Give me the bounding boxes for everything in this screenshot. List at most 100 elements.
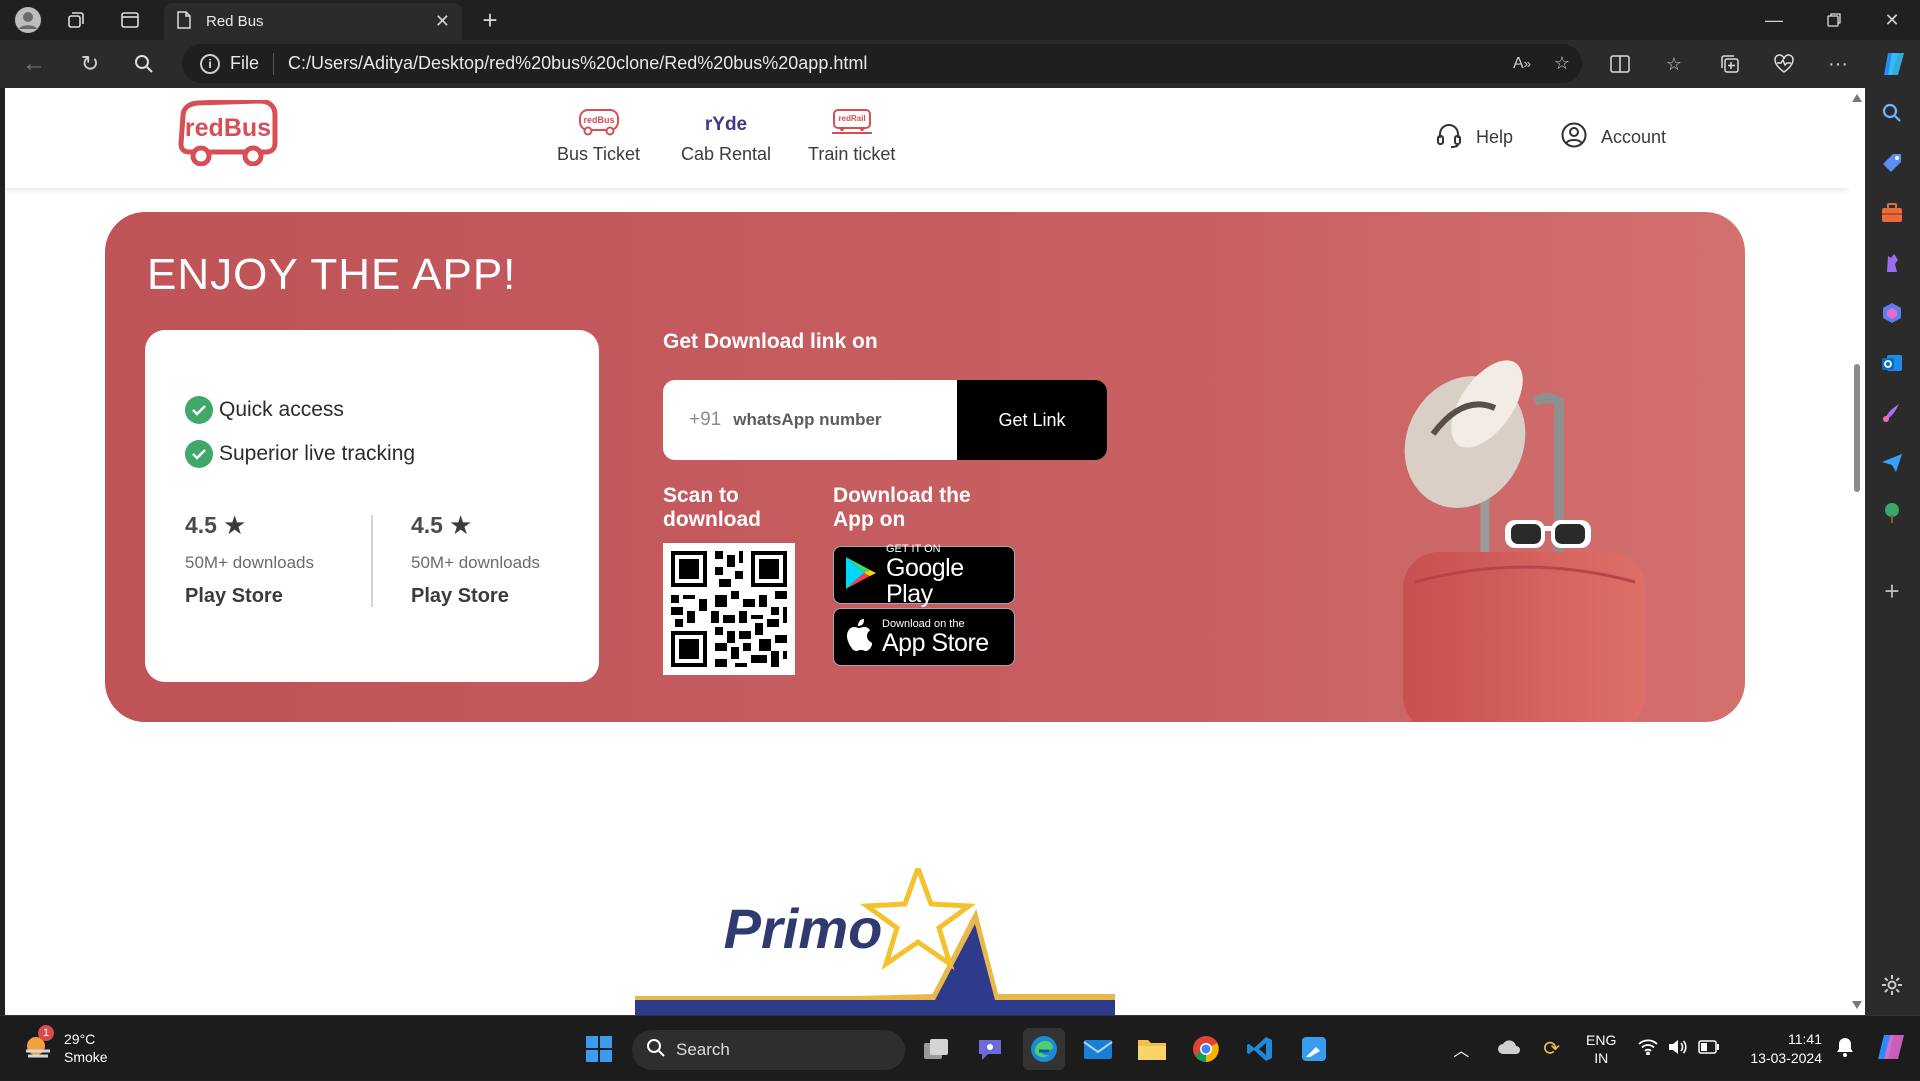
svg-text:redBus: redBus xyxy=(583,115,614,125)
redbus-logo[interactable]: redBus xyxy=(175,98,281,167)
restore-icon[interactable] xyxy=(1816,2,1852,38)
sync-icon[interactable]: ⟳ xyxy=(1543,1036,1560,1061)
copilot-taskbar-icon[interactable] xyxy=(1876,1033,1906,1064)
get-link-button[interactable]: Get Link xyxy=(957,380,1107,460)
account-link[interactable]: Account xyxy=(1561,122,1666,153)
rating-block: 4.5 ★ 50M+ downloads Play Store xyxy=(411,510,540,608)
volume-icon[interactable] xyxy=(1668,1039,1688,1058)
logo-text: redBus xyxy=(185,114,271,142)
wifi-icon[interactable] xyxy=(1638,1039,1658,1058)
search-icon[interactable] xyxy=(126,46,162,82)
page-scrollbar[interactable] xyxy=(1849,88,1865,1015)
clock-date: 13-03-2024 xyxy=(1750,1049,1822,1066)
tab-title: Red Bus xyxy=(206,13,264,30)
address-separator xyxy=(273,52,275,75)
star-icon: ★ xyxy=(222,510,247,540)
rating-store: Play Store xyxy=(185,585,283,607)
sidebar-settings-gear-icon[interactable] xyxy=(1875,968,1909,1002)
minimize-icon[interactable]: — xyxy=(1756,2,1792,38)
help-link[interactable]: Help xyxy=(1436,122,1513,153)
new-tab-icon[interactable]: + xyxy=(472,2,508,38)
vscode-icon[interactable] xyxy=(1239,1028,1281,1070)
banner-title: ENJOY THE APP! xyxy=(147,250,517,299)
mail-icon[interactable] xyxy=(1077,1028,1119,1070)
rating-score: 4.5 xyxy=(185,512,217,538)
google-play-icon xyxy=(844,555,878,596)
task-view-icon[interactable] xyxy=(915,1028,957,1070)
suitcase-illustration xyxy=(1403,360,1645,722)
teams-chat-icon[interactable] xyxy=(969,1028,1011,1070)
google-play-button[interactable]: GET IT ON Google Play xyxy=(833,543,1015,608)
primo-label: Primo xyxy=(724,897,883,960)
tree-icon[interactable] xyxy=(1875,496,1909,530)
rating-store: Play Store xyxy=(411,585,509,607)
show-hidden-icons-chevron-icon[interactable]: ︿ xyxy=(1453,1037,1469,1061)
nav-bus-ticket[interactable]: redBus Bus Ticket xyxy=(557,106,640,165)
file-explorer-icon[interactable] xyxy=(1131,1028,1173,1070)
games-chess-icon[interactable] xyxy=(1875,246,1909,280)
phone-form: +91 whatsApp number Get Link xyxy=(663,380,1107,460)
headset-icon xyxy=(1436,122,1462,153)
address-bar[interactable]: i File C:/Users/Aditya/Desktop/red%20bus… xyxy=(182,44,1582,83)
profile-avatar-icon[interactable] xyxy=(10,2,46,38)
battery-icon[interactable] xyxy=(1698,1040,1720,1057)
sidebar-search-icon[interactable] xyxy=(1875,96,1909,130)
designer-icon[interactable] xyxy=(1875,396,1909,430)
scroll-up-icon[interactable] xyxy=(1852,94,1862,102)
tab-actions-icon[interactable] xyxy=(112,2,148,38)
app-store-button[interactable]: Download on the App Store xyxy=(833,608,1015,666)
svg-text:rYde: rYde xyxy=(705,114,747,135)
site-info-icon[interactable]: i xyxy=(200,53,220,74)
nav-label: Train ticket xyxy=(808,144,896,164)
start-windows-icon[interactable] xyxy=(578,1028,620,1070)
chrome-icon[interactable] xyxy=(1185,1028,1227,1070)
app-store-big: App Store xyxy=(882,629,989,657)
add-sidebar-app-icon[interactable]: + xyxy=(1875,574,1909,608)
taskbar-search[interactable]: Search xyxy=(632,1030,905,1070)
nav-train-ticket[interactable]: redRail Train ticket xyxy=(808,106,895,165)
close-tab-icon[interactable]: ✕ xyxy=(435,11,450,32)
split-screen-icon[interactable] xyxy=(1602,46,1638,82)
microsoft-365-icon[interactable] xyxy=(1875,296,1909,330)
tools-briefcase-icon[interactable] xyxy=(1875,196,1909,230)
nav-label: Cab Rental xyxy=(681,144,772,164)
copilot-icon[interactable] xyxy=(1876,46,1912,82)
google-play-big: Google Play xyxy=(886,554,964,608)
qr-code-image xyxy=(663,543,795,675)
shopping-tag-icon[interactable] xyxy=(1875,146,1909,180)
feature-label: Quick access xyxy=(219,398,344,421)
favorites-icon[interactable]: ☆ xyxy=(1656,46,1692,82)
primo-logo: Primo xyxy=(635,860,1115,1015)
notification-bell-icon[interactable] xyxy=(1836,1037,1854,1060)
collections-icon[interactable] xyxy=(1712,46,1748,82)
edge-browser-icon[interactable] xyxy=(1023,1028,1065,1070)
feature-item: Quick access xyxy=(185,396,344,424)
paint-icon[interactable] xyxy=(1293,1028,1335,1070)
performance-icon[interactable] xyxy=(1766,46,1802,82)
tab-red-bus[interactable]: Red Bus ✕ xyxy=(164,3,462,40)
more-options-icon[interactable]: ··· xyxy=(1820,46,1856,82)
scroll-thumb[interactable] xyxy=(1854,364,1860,492)
check-icon xyxy=(185,396,213,424)
read-aloud-icon[interactable]: A» xyxy=(1502,44,1542,83)
favorite-star-icon[interactable]: ☆ xyxy=(1542,44,1582,83)
download-link-heading: Get Download link on xyxy=(663,330,878,353)
outlook-icon[interactable] xyxy=(1875,346,1909,380)
back-icon[interactable]: ← xyxy=(16,46,52,82)
features-card: Quick access Superior live tracking 4.5 ★… xyxy=(145,330,599,682)
weather-widget[interactable]: 1 29°C Smoke xyxy=(22,1024,108,1066)
close-window-icon[interactable]: ✕ xyxy=(1874,2,1910,38)
refresh-icon[interactable]: ↻ xyxy=(72,46,108,82)
search-icon xyxy=(646,1038,666,1063)
send-icon[interactable] xyxy=(1875,446,1909,480)
scroll-down-icon[interactable] xyxy=(1852,1001,1862,1009)
help-label: Help xyxy=(1476,127,1514,147)
address-url[interactable]: C:/Users/Aditya/Desktop/red%20bus%20clon… xyxy=(288,53,867,74)
nav-cab-rental[interactable]: rYde Cab Rental xyxy=(681,106,771,165)
language-indicator[interactable]: ENG IN xyxy=(1586,1031,1616,1067)
whatsapp-number-input[interactable]: +91 whatsApp number xyxy=(663,380,957,460)
clock[interactable]: 11:41 13-03-2024 xyxy=(1750,1030,1822,1068)
onedrive-cloud-icon[interactable] xyxy=(1497,1039,1521,1058)
account-icon xyxy=(1561,122,1587,153)
workspaces-icon[interactable] xyxy=(58,2,94,38)
